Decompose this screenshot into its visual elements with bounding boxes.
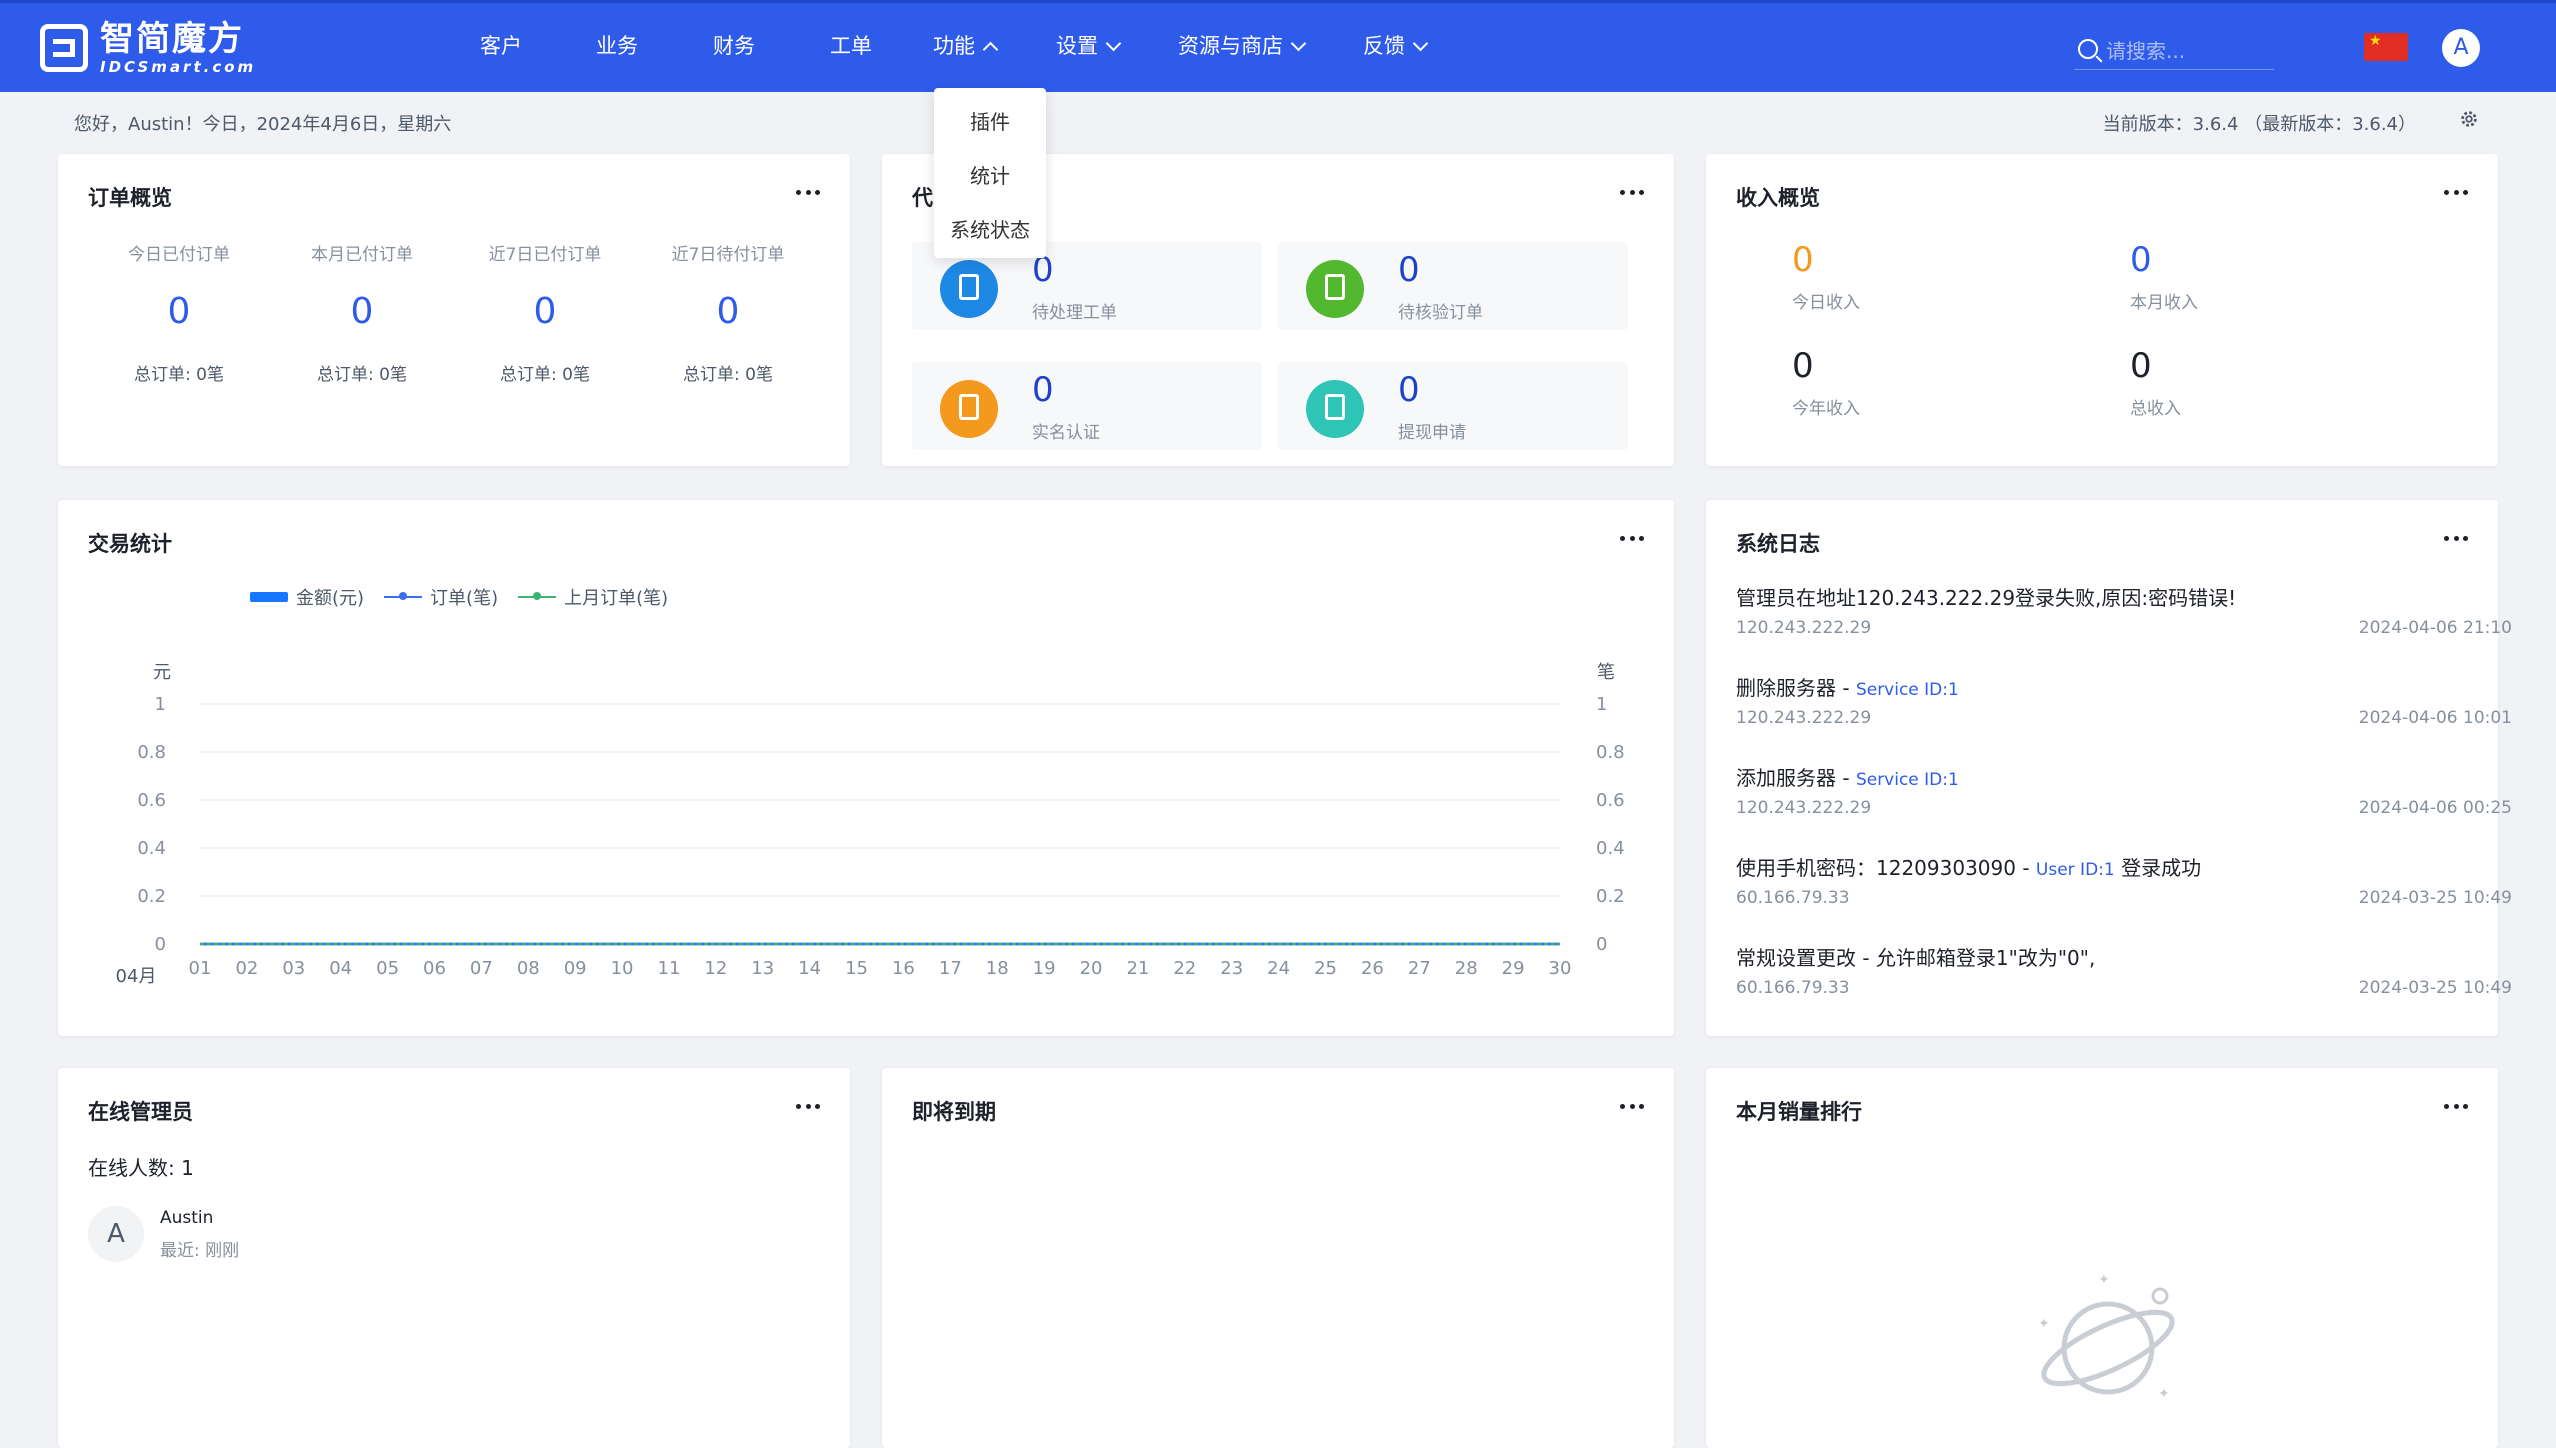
more-icon[interactable] [2444,536,2468,542]
y-tick-left: 1 [155,694,166,715]
x-tick-label: 22 [1173,958,1196,979]
log-message-suffix: 登录成功 [2114,856,2202,880]
x-tick-label: 09 [564,958,587,979]
x-tick-label: 27 [1408,958,1431,979]
empty-planet-icon: ✦ ✦ ✦ [2038,1272,2175,1402]
x-tick-label: 20 [1080,958,1103,979]
svg-text:✦: ✦ [2158,1386,2170,1402]
expiring-card: 即将到期 [882,1068,1674,1448]
log-ip: 120.243.222.29 [1736,618,1872,638]
log-message: 管理员在地址120.243.222.29登录失败,原因:密码错误! [1736,586,2237,610]
x-tick-label: 16 [892,958,915,979]
card-title: 在线管理员 [88,1100,193,1124]
x-tick-label: 04 [329,958,352,979]
more-icon[interactable] [796,1104,820,1110]
x-tick-label: 30 [1549,958,1572,979]
y-tick-right: 0.8 [1596,742,1625,763]
features-dropdown: 插件 统计 系统状态 [934,88,1046,258]
log-entry: 使用手机密码：12209303090 - User ID:1 登录成功 60.1… [1736,852,2512,908]
x-tick-label: 15 [845,958,868,979]
card-title: 本月销量排行 [1736,1100,1862,1124]
log-ip: 120.243.222.29 [1736,708,1872,728]
log-link[interactable]: User ID:1 [2036,860,2115,880]
log-message: 常规设置更改 - 允许邮箱登录1"改为"0", [1736,946,2096,970]
y-tick-left: 0 [155,934,166,955]
y-tick-left: 0.2 [137,886,166,907]
x-tick-label: 06 [423,958,446,979]
x-tick-label: 28 [1455,958,1478,979]
sales-ranking-card: 本月销量排行 ✦ ✦ ✦ [1706,1068,2498,1448]
x-tick-label: 29 [1502,958,1525,979]
x-tick-label: 24 [1267,958,1290,979]
x-tick-label: 17 [939,958,962,979]
y-tick-right: 0.6 [1596,790,1625,811]
log-entry: 常规设置更改 - 允许邮箱登录1"改为"0", 60.166.79.33 202… [1736,942,2512,998]
log-time: 2024-04-06 10:01 [2358,708,2512,728]
online-admins-card: 在线管理员 在线人数: 1 A Austin 最近: 刚刚 [58,1068,850,1448]
y-axis-label-left: 元 [153,662,171,683]
admin-last-seen: 最近: 刚刚 [160,1241,240,1261]
x-tick-label: 25 [1314,958,1337,979]
x-tick-label: 18 [986,958,1009,979]
log-entry: 管理员在地址120.243.222.29登录失败,原因:密码错误! 120.24… [1736,582,2512,638]
x-tick-label: 01 [189,958,212,979]
y-axis-label-right: 笔 [1597,662,1615,683]
x-tick-label: 23 [1220,958,1243,979]
log-entry: 删除服务器 - Service ID:1 120.243.222.29 2024… [1736,672,2512,728]
y-tick-right: 0 [1596,934,1607,955]
y-tick-left: 0.6 [137,790,166,811]
x-tick-label: 12 [704,958,727,979]
x-tick-label: 10 [611,958,634,979]
x-tick-label: 03 [282,958,305,979]
dropdown-item-plugins[interactable]: 插件 [934,106,1046,135]
log-entry: 添加服务器 - Service ID:1 120.243.222.29 2024… [1736,762,2512,818]
x-tick-label: 07 [470,958,493,979]
admin-name: Austin [160,1208,214,1228]
log-ip: 60.166.79.33 [1736,888,1850,908]
card-title: 即将到期 [912,1100,996,1124]
x-tick-label: 08 [517,958,540,979]
y-tick-left: 0.4 [137,838,166,859]
svg-text:✦: ✦ [2098,1272,2110,1288]
log-link[interactable]: Service ID:1 [1856,770,1959,790]
x-axis-month-label: 04月 [116,966,157,987]
y-tick-left: 0.8 [137,742,166,763]
log-time: 2024-03-25 10:49 [2358,978,2512,998]
x-tick-label: 13 [751,958,774,979]
log-link[interactable]: Service ID:1 [1856,680,1959,700]
log-time: 2024-04-06 00:25 [2358,798,2512,818]
y-tick-right: 1 [1596,694,1607,715]
log-ip: 60.166.79.33 [1736,978,1850,998]
system-log-card: 系统日志 管理员在地址120.243.222.29登录失败,原因:密码错误! 1… [1706,500,2512,1036]
more-icon[interactable] [2444,1104,2468,1110]
x-tick-label: 26 [1361,958,1384,979]
svg-text:✦: ✦ [2038,1316,2050,1332]
y-tick-right: 0.2 [1596,886,1625,907]
online-count: 在线人数: 1 [88,1156,194,1180]
log-time: 2024-04-06 21:10 [2358,618,2512,638]
admin-avatar: A [88,1206,144,1262]
log-ip: 120.243.222.29 [1736,798,1872,818]
log-message: 添加服务器 - [1736,766,1856,790]
x-tick-label: 05 [376,958,399,979]
more-icon[interactable] [1620,1104,1644,1110]
x-tick-label: 19 [1033,958,1056,979]
log-message: 删除服务器 - [1736,676,1856,700]
dropdown-item-statistics[interactable]: 统计 [934,160,1046,189]
x-tick-label: 21 [1126,958,1149,979]
log-time: 2024-03-25 10:49 [2358,888,2512,908]
dropdown-item-system-status[interactable]: 系统状态 [934,214,1046,243]
log-message: 使用手机密码：12209303090 - [1736,856,2036,880]
x-tick-label: 14 [798,958,821,979]
card-title: 系统日志 [1736,532,1820,556]
y-tick-right: 0.4 [1596,838,1625,859]
x-tick-label: 02 [235,958,258,979]
x-tick-label: 11 [658,958,681,979]
